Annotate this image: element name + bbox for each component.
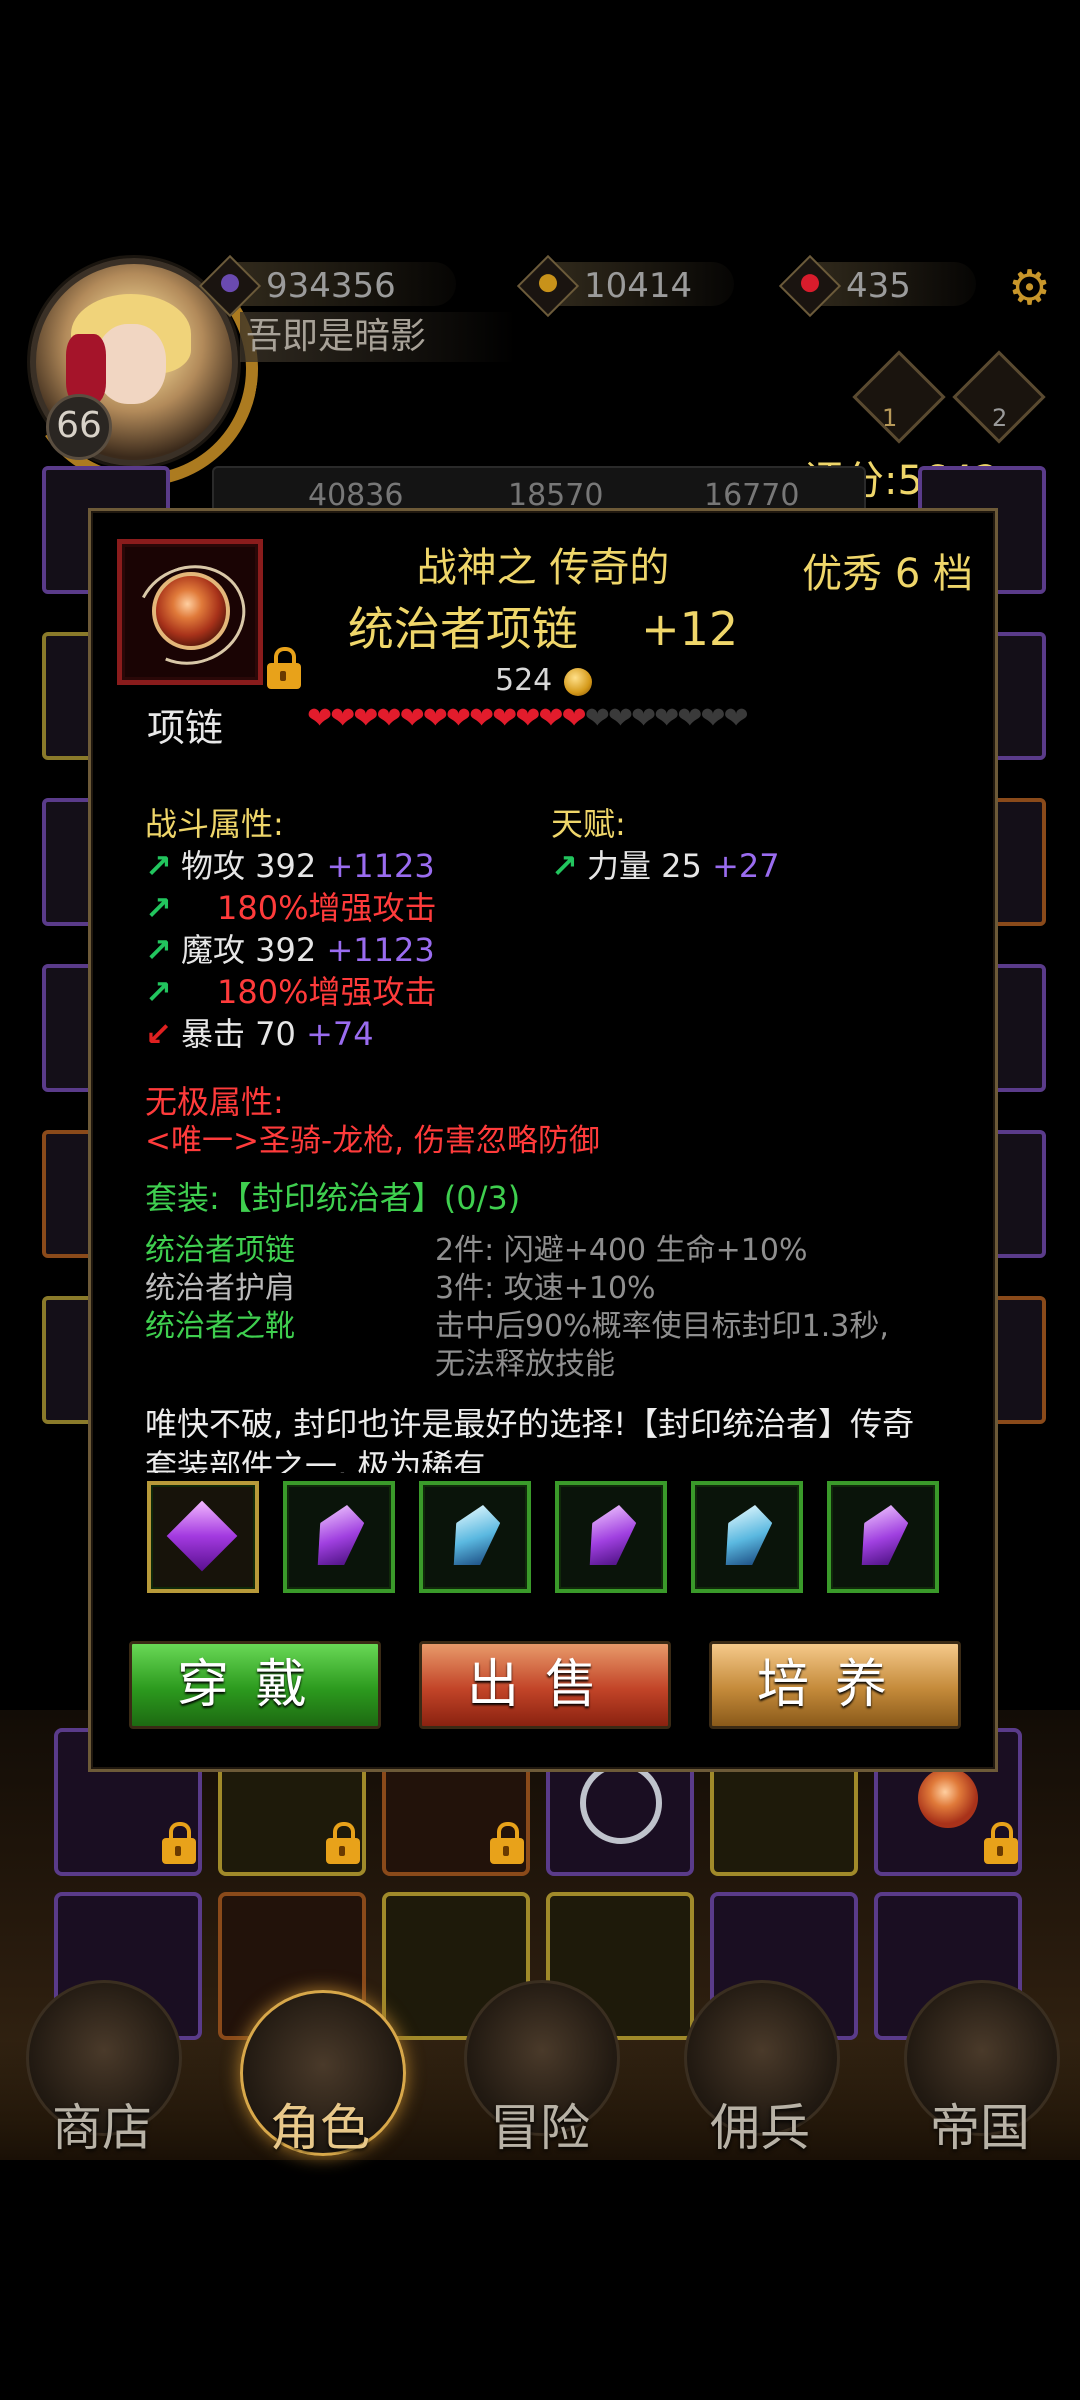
set-title: 套装:【封印统治者】(0/3) — [145, 1179, 521, 1217]
crystal-value: 934356 — [266, 266, 396, 306]
currency-crystal: 934356 — [198, 254, 456, 318]
blue-crystal-icon — [445, 1505, 505, 1565]
socket-2[interactable] — [283, 1481, 395, 1593]
settings-gear-icon[interactable]: ⚙ — [1008, 260, 1051, 316]
nav-mercenary[interactable]: 佣兵 — [670, 2088, 850, 2160]
talent-title: 天赋: — [551, 805, 626, 843]
lock-icon — [326, 1822, 360, 1864]
heart-empty-icon: ❤ — [654, 701, 679, 736]
heart-filled-icon: ❤ — [307, 701, 332, 736]
heart-filled-icon: ❤ — [445, 701, 471, 736]
arrow-up-icon: ↗ — [145, 847, 172, 885]
heart-filled-icon: ❤ — [353, 701, 378, 736]
arrow-up-icon: ↗ — [145, 973, 172, 1011]
stat-crit: ↙ 暴击 70 +74 — [145, 1015, 374, 1053]
heart-empty-icon: ❤ — [607, 701, 633, 736]
gold-value: 10414 — [584, 266, 693, 306]
heart-filled-icon: ❤ — [561, 701, 587, 736]
nav-empire[interactable]: 帝国 — [890, 2088, 1070, 2160]
heart-empty-icon: ❤ — [723, 701, 749, 736]
nav-adventure[interactable]: 冒险 — [450, 2088, 630, 2160]
stat-phys-attack: ↗ 物攻 392 +1123 — [145, 847, 435, 885]
purple-crystal-icon — [853, 1505, 913, 1565]
item-price: 524 — [495, 663, 593, 698]
heart-filled-icon: ❤ — [468, 701, 494, 736]
socket-3[interactable] — [419, 1481, 531, 1593]
infinite-text: <唯一>圣骑-龙枪, 伤害忽略防御 — [145, 1123, 600, 1159]
star-rating: ❤❤❤❤❤❤❤❤❤❤❤❤❤❤❤❤❤❤❤ — [307, 701, 749, 736]
combat-title: 战斗属性: — [145, 805, 284, 843]
set-bonus-extra-2: 无法释放技能 — [435, 1347, 615, 1382]
socket-6[interactable] — [827, 1481, 939, 1593]
arrow-up-icon: ↗ — [145, 889, 172, 927]
socket-1[interactable] — [147, 1481, 259, 1593]
socket-5[interactable] — [691, 1481, 803, 1593]
rank-badge-1-icon[interactable] — [852, 350, 946, 444]
item-lock-icon[interactable] — [267, 647, 301, 689]
red-gem-icon — [778, 254, 842, 318]
set-piece-3: 统治者之靴 — [145, 1309, 295, 1344]
item-grade: 优秀 6 档 — [802, 551, 973, 597]
arrow-down-icon: ↙ — [145, 1015, 172, 1053]
heart-filled-icon: ❤ — [376, 701, 401, 736]
heart-filled-icon: ❤ — [492, 701, 517, 736]
price-value: 524 — [495, 663, 553, 698]
item-enhance-level: +12 — [641, 602, 739, 656]
rank-badge-1-label: 1 — [882, 404, 898, 432]
nav-shop[interactable]: 商店 — [12, 2088, 192, 2160]
lock-icon — [984, 1822, 1018, 1864]
item-detail-dialog: 战神之 传奇的 统治者项链 +12 优秀 6 档 524 项链 ❤❤❤❤❤❤❤❤… — [88, 508, 998, 1772]
lock-icon — [162, 1822, 196, 1864]
stat-special-1: ↗ 180%增强攻击 — [145, 889, 437, 927]
lock-icon — [490, 1822, 524, 1864]
heart-filled-icon: ❤ — [399, 701, 425, 736]
socket-4[interactable] — [555, 1481, 667, 1593]
ring-icon — [580, 1762, 662, 1844]
item-title: 统治者项链 +12 — [91, 593, 995, 659]
item-type: 项链 — [147, 706, 224, 750]
player-name: 吾即是暗影 — [240, 312, 516, 362]
heart-filled-icon: ❤ — [422, 701, 448, 736]
purple-crystal-icon — [309, 1505, 369, 1565]
heart-filled-icon: ❤ — [538, 701, 563, 736]
stat-strength: ↗ 力量 25 +27 — [551, 847, 780, 885]
stat-magic-attack: ↗ 魔攻 392 +1123 — [145, 931, 435, 969]
arrow-up-icon: ↗ — [551, 847, 578, 885]
heart-empty-icon: ❤ — [584, 701, 610, 736]
purple-crystal-icon — [581, 1505, 641, 1565]
arrow-up-icon: ↗ — [145, 931, 172, 969]
heart-filled-icon: ❤ — [330, 701, 355, 736]
necklace-icon — [918, 1768, 978, 1828]
gem-value: 435 — [846, 266, 911, 306]
heart-empty-icon: ❤ — [677, 701, 702, 736]
currency-gem: 435 — [778, 254, 976, 318]
currency-gold: 10414 — [516, 254, 734, 318]
gold-coin-icon — [516, 254, 580, 318]
item-name: 统治者项链 — [347, 602, 578, 656]
purple-diamond-icon — [166, 1500, 238, 1572]
equip-button[interactable]: 穿戴 — [129, 1641, 381, 1729]
nav-character[interactable]: 角色 — [230, 2088, 410, 2160]
sell-button[interactable]: 出售 — [419, 1641, 671, 1729]
heart-filled-icon: ❤ — [515, 701, 540, 736]
blue-crystal-icon — [717, 1505, 777, 1565]
heart-empty-icon: ❤ — [700, 701, 725, 736]
heart-empty-icon: ❤ — [630, 701, 656, 736]
train-button[interactable]: 培养 — [709, 1641, 961, 1729]
rank-badge-2-label: 2 — [992, 404, 1008, 432]
stat-special-2: ↗ 180%增强攻击 — [145, 973, 437, 1011]
gold-coin-icon — [564, 667, 593, 696]
level-badge: 66 — [46, 394, 112, 460]
item-description[interactable]: 唯快不破, 封印也许是最好的选择!【封印统治者】传奇套装部件之一, 极为稀有 — [145, 1403, 945, 1473]
